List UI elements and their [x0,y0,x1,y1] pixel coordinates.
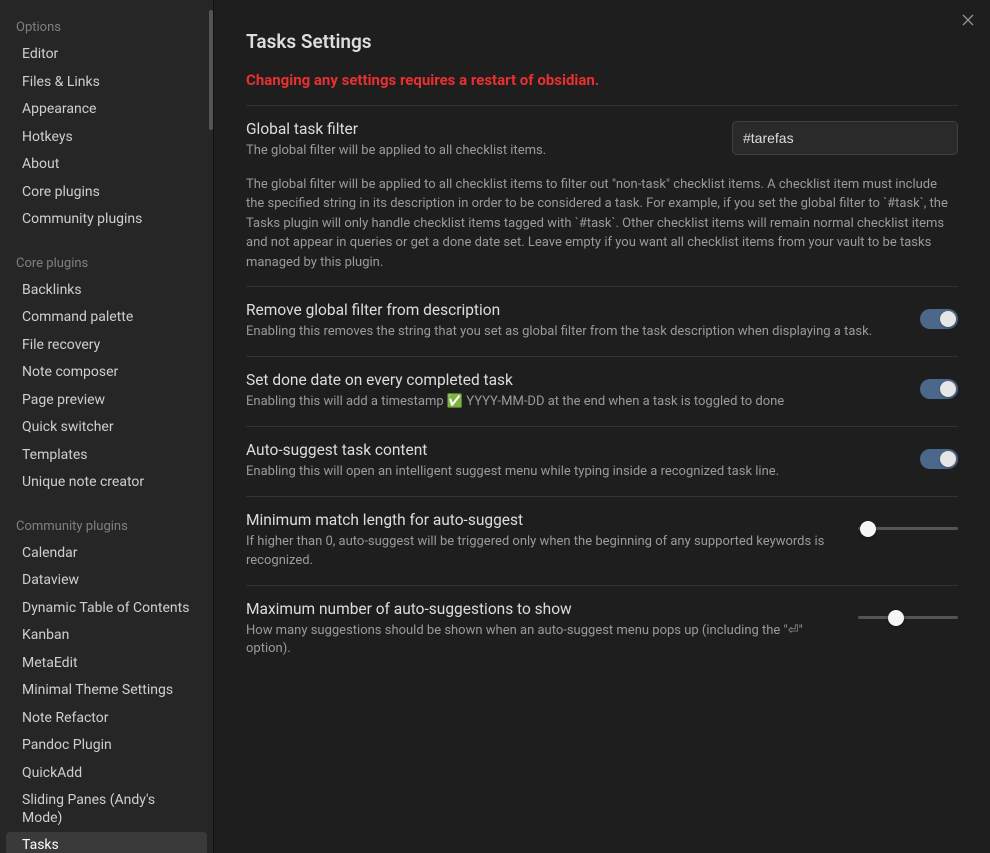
setting-min-match: Minimum match length for auto-suggest If… [246,497,958,586]
close-icon[interactable] [960,12,976,28]
sidebar-item-file-recovery[interactable]: File recovery [6,332,207,360]
sidebar-item-unique-note-creator[interactable]: Unique note creator [6,469,207,497]
page-title: Tasks Settings [246,30,958,53]
setting-name: Auto-suggest task content [246,441,904,459]
setting-desc: If higher than 0, auto-suggest will be t… [246,533,842,571]
sidebar-item-kanban[interactable]: Kanban [6,622,207,650]
setting-auto-suggest: Auto-suggest task content Enabling this … [246,427,958,497]
setting-name: Remove global filter from description [246,301,904,319]
sidebar-item-minimal-theme-settings[interactable]: Minimal Theme Settings [6,677,207,705]
sidebar-item-dynamic-toc[interactable]: Dynamic Table of Contents [6,595,207,623]
slider-thumb[interactable] [860,521,876,537]
sidebar-item-page-preview[interactable]: Page preview [6,387,207,415]
setting-extra-desc: The global filter will be applied to all… [246,175,958,273]
sidebar-group-header-core-plugins: Core plugins [0,246,213,277]
sidebar-item-tasks[interactable]: Tasks [6,832,207,853]
sidebar-item-dataview[interactable]: Dataview [6,567,207,595]
sidebar-scrollbar[interactable] [209,10,213,130]
sidebar-item-calendar[interactable]: Calendar [6,540,207,568]
sidebar-item-note-refactor[interactable]: Note Refactor [6,705,207,733]
sidebar-group-header-options: Options [0,10,213,41]
sidebar-item-note-composer[interactable]: Note composer [6,359,207,387]
max-suggestions-slider[interactable] [858,616,958,619]
setting-global-filter: Global task filter The global filter wil… [246,105,958,287]
sidebar-group-header-community-plugins: Community plugins [0,509,213,540]
remove-filter-toggle[interactable] [920,309,958,329]
settings-content: Tasks Settings Changing any settings req… [214,0,990,853]
done-date-toggle[interactable] [920,379,958,399]
sidebar-item-quick-switcher[interactable]: Quick switcher [6,414,207,442]
setting-name: Maximum number of auto-suggestions to sh… [246,600,842,618]
setting-done-date: Set done date on every completed task En… [246,357,958,427]
sidebar-item-hotkeys[interactable]: Hotkeys [6,124,207,152]
restart-warning: Changing any settings requires a restart… [246,71,958,89]
setting-desc: Enabling this will open an intelligent s… [246,463,904,482]
slider-thumb[interactable] [888,610,904,626]
sidebar-item-metaedit[interactable]: MetaEdit [6,650,207,678]
sidebar-item-sliding-panes[interactable]: Sliding Panes (Andy's Mode) [6,787,207,832]
global-filter-input[interactable] [732,121,958,155]
setting-desc: How many suggestions should be shown whe… [246,622,842,660]
auto-suggest-toggle[interactable] [920,449,958,469]
setting-remove-filter: Remove global filter from description En… [246,287,958,357]
setting-name: Global task filter [246,120,716,138]
setting-desc: The global filter will be applied to all… [246,142,716,161]
setting-name: Minimum match length for auto-suggest [246,511,842,529]
sidebar-item-community-plugins[interactable]: Community plugins [6,206,207,234]
sidebar-item-backlinks[interactable]: Backlinks [6,277,207,305]
sidebar-item-templates[interactable]: Templates [6,442,207,470]
sidebar-item-files-links[interactable]: Files & Links [6,69,207,97]
setting-desc: Enabling this will add a timestamp ✅ YYY… [246,393,904,412]
sidebar-item-editor[interactable]: Editor [6,41,207,69]
setting-desc: Enabling this removes the string that yo… [246,323,904,342]
sidebar-item-core-plugins[interactable]: Core plugins [6,179,207,207]
sidebar-item-appearance[interactable]: Appearance [6,96,207,124]
sidebar-item-command-palette[interactable]: Command palette [6,304,207,332]
sidebar-item-about[interactable]: About [6,151,207,179]
setting-max-suggestions: Maximum number of auto-suggestions to sh… [246,586,958,674]
sidebar-item-pandoc-plugin[interactable]: Pandoc Plugin [6,732,207,760]
sidebar-item-quickadd[interactable]: QuickAdd [6,760,207,788]
settings-sidebar: Options Editor Files & Links Appearance … [0,0,214,853]
setting-name: Set done date on every completed task [246,371,904,389]
min-match-slider[interactable] [858,527,958,530]
